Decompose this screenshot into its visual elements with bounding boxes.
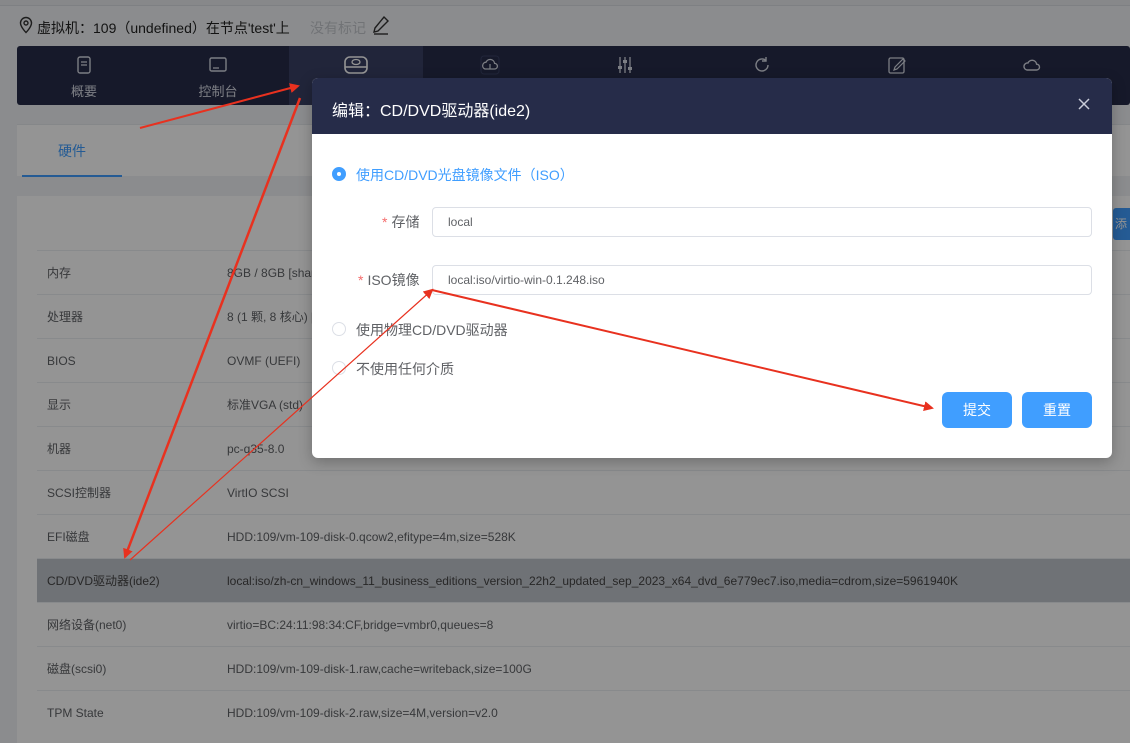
edit-cdrom-dialog: 编辑：CD/DVD驱动器(ide2) 使用CD/DVD光盘镜像文件（ISO） *… [312, 78, 1112, 458]
storage-label: * 存储 [382, 214, 420, 230]
storage-select[interactable]: local [432, 207, 1092, 237]
iso-image-select[interactable]: local:iso/virtio-win-0.1.248.iso [432, 265, 1092, 295]
reset-button[interactable]: 重置 [1022, 392, 1092, 428]
radio-no-media-label: 不使用任何介质 [356, 361, 454, 377]
radio-use-iso-label: 使用CD/DVD光盘镜像文件（ISO） [356, 167, 574, 183]
close-icon[interactable] [1077, 97, 1091, 111]
radio-dot [332, 167, 346, 181]
radio-dot [332, 361, 346, 375]
dialog-title: 编辑：CD/DVD驱动器(ide2) [332, 103, 531, 120]
dialog-header: 编辑：CD/DVD驱动器(ide2) [312, 78, 1112, 134]
radio-dot [332, 322, 346, 336]
radio-physical-drive-label: 使用物理CD/DVD驱动器 [356, 322, 508, 338]
submit-button[interactable]: 提交 [942, 392, 1012, 428]
iso-label: * ISO镜像 [358, 272, 420, 288]
